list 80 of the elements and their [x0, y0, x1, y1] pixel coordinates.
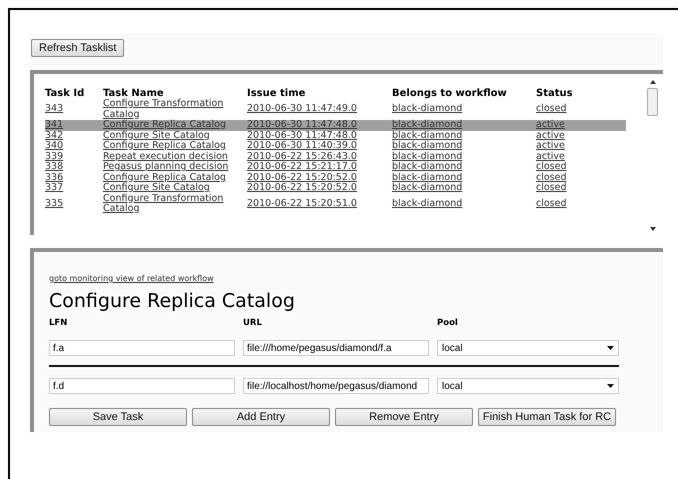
task-link[interactable]: 2010-06-30 11:47:48.0 [247, 120, 357, 130]
task-link[interactable]: black-diamond [392, 130, 462, 141]
task-row[interactable]: 342 Configure Site Catalog 2010-06-30 11:47:48.0 black-diamond active [45, 130, 626, 141]
action-button[interactable]: Remove Entry [335, 408, 473, 426]
task-link[interactable]: 336 [45, 172, 64, 183]
task-link[interactable]: 337 [45, 183, 64, 194]
task-link[interactable]: 2010-06-22 15:21:17.0 [247, 162, 357, 172]
url-field[interactable]: file:///home/pegasus/diamond/f.a [243, 340, 429, 356]
task-link[interactable]: Pegasus planning decision [103, 162, 228, 172]
task-link[interactable]: 2010-06-22 15:26:43.0 [247, 152, 357, 162]
task-link[interactable]: Configure Transformation Catalog [103, 194, 233, 214]
task-link[interactable]: Repeat execution decision [103, 152, 228, 162]
column-header: Issue time [247, 88, 306, 99]
task-link[interactable]: Configure Site Catalog [103, 183, 210, 194]
task-link[interactable]: closed [536, 183, 566, 194]
task-link[interactable]: black-diamond [392, 120, 462, 130]
task-link[interactable]: black-diamond [392, 162, 462, 172]
field-label: Pool [437, 318, 459, 328]
task-row[interactable]: 337 Configure Site Catalog 2010-06-22 15:20:52.0 black-diamond closed [45, 183, 626, 194]
scroll-down-icon[interactable] [650, 227, 656, 231]
column-header: Belongs to workflow [392, 88, 507, 99]
task-link[interactable]: 2010-06-22 15:20:52.0 [247, 172, 357, 183]
task-link[interactable]: black-diamond [392, 104, 462, 115]
task-link[interactable]: 339 [45, 152, 64, 162]
scroll-up-icon[interactable] [650, 80, 656, 84]
task-link[interactable]: 341 [45, 120, 64, 130]
monitoring-link[interactable]: goto monitoring view of related workflow [49, 274, 214, 283]
task-link[interactable]: active [536, 152, 565, 162]
task-link[interactable]: Configure Replica Catalog [103, 172, 226, 183]
task-link[interactable]: Configure Transformation Catalog [103, 99, 233, 120]
task-link[interactable]: Configure Site Catalog [103, 130, 210, 141]
column-header: Status [536, 88, 573, 99]
task-row[interactable]: 340 Configure Replica Catalog 2010-06-30 11:40:39.0 black-diamond active [45, 141, 626, 152]
column-header: Task Id [45, 88, 84, 99]
task-row[interactable]: 341 Configure Replica Catalog 2010-06-30 11:47:48.0 black-diamond active [45, 120, 626, 130]
task-link[interactable]: closed [536, 172, 566, 183]
lfn-field[interactable]: f.d [49, 378, 235, 394]
field-label: LFN [49, 318, 68, 328]
task-link[interactable]: 2010-06-22 15:20:52.0 [247, 183, 357, 194]
task-link[interactable]: Configure Replica Catalog [103, 141, 226, 152]
task-link[interactable]: black-diamond [392, 141, 462, 152]
dropdown-caret-icon [607, 346, 614, 350]
task-link[interactable]: 335 [45, 198, 64, 210]
task-link[interactable]: closed [536, 198, 566, 210]
field-label: URL [243, 318, 263, 328]
task-link[interactable]: 2010-06-30 11:47:49.0 [247, 104, 357, 115]
url-field[interactable]: file://localhost/home/pegasus/diamond [243, 378, 429, 394]
column-header: Task Name [103, 88, 164, 98]
task-link[interactable]: closed [536, 162, 566, 172]
task-link[interactable]: active [536, 141, 565, 152]
task-row[interactable]: 336 Configure Replica Catalog 2010-06-22 15:20:52.0 black-diamond closed [45, 172, 626, 183]
task-link[interactable]: active [536, 120, 565, 130]
task-row[interactable]: 335 Configure Transformation Catalog 2010-06-22 15:20:51.0 black-diamond closed [45, 194, 626, 214]
task-row[interactable]: 343 Configure Transformation Catalog 2010-06-30 11:47:49.0 black-diamond closed [45, 99, 626, 120]
task-row[interactable]: 339 Repeat execution decision 2010-06-22 15:26:43.0 black-diamond active [45, 152, 626, 162]
task-link[interactable]: 2010-06-22 15:20:51.0 [247, 198, 357, 210]
scroll-thumb[interactable] [647, 88, 658, 116]
task-link[interactable]: black-diamond [392, 152, 462, 162]
action-button[interactable]: Add Entry [192, 408, 330, 426]
task-link[interactable]: closed [536, 104, 566, 115]
task-link[interactable]: 340 [45, 141, 64, 152]
task-link[interactable]: 2010-06-30 11:47:48.0 [247, 130, 357, 141]
task-link[interactable]: black-diamond [392, 183, 462, 194]
task-link[interactable]: Configure Replica Catalog [103, 120, 226, 130]
pool-dropdown[interactable]: local [437, 340, 619, 356]
task-link[interactable]: 338 [45, 162, 64, 172]
action-button[interactable]: Finish Human Task for RC [478, 408, 616, 426]
action-button[interactable]: Save Task [49, 408, 187, 426]
task-title: Configure Replica Catalog [49, 290, 296, 312]
task-link[interactable]: black-diamond [392, 198, 462, 210]
task-link[interactable]: 2010-06-30 11:40:39.0 [247, 141, 357, 152]
task-link[interactable]: black-diamond [392, 172, 462, 183]
dropdown-caret-icon [607, 384, 614, 388]
task-link[interactable]: 343 [45, 104, 64, 115]
lfn-field[interactable]: f.a [49, 340, 235, 356]
pool-dropdown[interactable]: local [437, 378, 619, 394]
refresh-button[interactable]: Refresh Tasklist [31, 39, 124, 57]
task-link[interactable]: active [536, 130, 565, 141]
task-row[interactable]: 338 Pegasus planning decision 2010-06-22 15:21:17.0 black-diamond closed [45, 162, 626, 172]
task-link[interactable]: 342 [45, 130, 64, 141]
